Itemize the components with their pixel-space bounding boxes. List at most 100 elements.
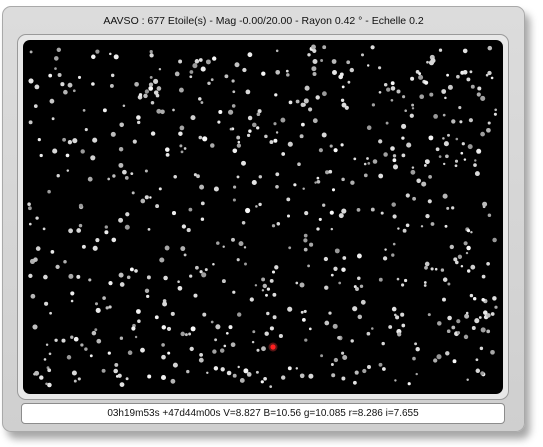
star[interactable] bbox=[394, 379, 397, 382]
star[interactable] bbox=[303, 233, 308, 238]
star[interactable] bbox=[333, 357, 339, 363]
star[interactable] bbox=[48, 352, 52, 356]
star[interactable] bbox=[117, 373, 122, 378]
star[interactable] bbox=[480, 131, 485, 137]
sky-chart[interactable] bbox=[23, 40, 503, 394]
star[interactable] bbox=[357, 276, 361, 281]
star[interactable] bbox=[280, 117, 286, 123]
star[interactable] bbox=[331, 59, 337, 64]
star[interactable] bbox=[269, 140, 274, 145]
star[interactable] bbox=[232, 148, 238, 154]
star[interactable] bbox=[307, 53, 311, 57]
star[interactable] bbox=[84, 347, 88, 351]
star[interactable] bbox=[200, 217, 205, 221]
star[interactable] bbox=[470, 264, 476, 270]
star[interactable] bbox=[207, 81, 211, 86]
star[interactable] bbox=[392, 164, 399, 170]
star[interactable] bbox=[27, 202, 31, 206]
star[interactable] bbox=[170, 311, 175, 316]
star[interactable] bbox=[442, 297, 446, 302]
star[interactable] bbox=[456, 74, 460, 79]
star[interactable] bbox=[474, 318, 480, 324]
star[interactable] bbox=[447, 84, 453, 90]
star[interactable] bbox=[149, 196, 152, 199]
star[interactable] bbox=[312, 59, 318, 64]
star[interactable] bbox=[304, 211, 309, 216]
star[interactable] bbox=[415, 70, 420, 74]
star[interactable] bbox=[366, 331, 371, 336]
star[interactable] bbox=[102, 108, 107, 113]
star[interactable] bbox=[56, 47, 61, 52]
star[interactable] bbox=[309, 242, 314, 247]
star[interactable] bbox=[68, 273, 74, 279]
star[interactable] bbox=[395, 315, 400, 320]
star[interactable] bbox=[424, 261, 430, 267]
star[interactable] bbox=[301, 122, 305, 127]
star[interactable] bbox=[264, 134, 268, 139]
star[interactable] bbox=[428, 175, 432, 179]
star[interactable] bbox=[155, 204, 160, 209]
star[interactable] bbox=[254, 284, 258, 287]
star[interactable] bbox=[237, 140, 241, 144]
star[interactable] bbox=[382, 367, 386, 371]
star[interactable] bbox=[419, 94, 425, 100]
star[interactable] bbox=[481, 274, 486, 279]
star[interactable] bbox=[338, 281, 342, 285]
star[interactable] bbox=[198, 357, 204, 363]
star[interactable] bbox=[111, 237, 117, 243]
star[interactable] bbox=[346, 60, 351, 65]
star[interactable] bbox=[231, 79, 235, 83]
star[interactable] bbox=[416, 178, 421, 184]
star[interactable] bbox=[212, 349, 217, 354]
star[interactable] bbox=[94, 302, 99, 306]
star[interactable] bbox=[269, 385, 273, 388]
star[interactable] bbox=[378, 139, 383, 144]
star[interactable] bbox=[293, 183, 297, 187]
star[interactable] bbox=[238, 241, 244, 247]
star[interactable] bbox=[87, 176, 93, 182]
star[interactable] bbox=[34, 370, 40, 376]
star[interactable] bbox=[275, 131, 279, 134]
star[interactable] bbox=[341, 267, 346, 272]
star[interactable] bbox=[287, 141, 293, 147]
star[interactable] bbox=[232, 373, 237, 378]
star[interactable] bbox=[392, 214, 397, 219]
star[interactable] bbox=[446, 206, 450, 210]
star[interactable] bbox=[159, 257, 165, 263]
star[interactable] bbox=[487, 213, 492, 218]
star[interactable] bbox=[271, 224, 276, 228]
star[interactable] bbox=[39, 375, 44, 380]
star[interactable] bbox=[494, 305, 498, 309]
star[interactable] bbox=[330, 273, 334, 277]
star[interactable] bbox=[81, 244, 86, 249]
star[interactable] bbox=[193, 293, 198, 298]
star[interactable] bbox=[438, 48, 443, 52]
star[interactable] bbox=[405, 223, 410, 228]
star[interactable] bbox=[266, 311, 270, 316]
star[interactable] bbox=[183, 147, 187, 150]
star[interactable] bbox=[311, 66, 317, 72]
star[interactable] bbox=[418, 74, 424, 80]
star[interactable] bbox=[29, 50, 33, 54]
star[interactable] bbox=[482, 201, 488, 207]
star[interactable] bbox=[234, 62, 240, 68]
star[interactable] bbox=[251, 340, 255, 344]
star[interactable] bbox=[262, 283, 267, 289]
star[interactable] bbox=[63, 260, 67, 264]
star[interactable] bbox=[119, 336, 124, 340]
star[interactable] bbox=[28, 222, 32, 226]
star[interactable] bbox=[370, 207, 375, 212]
star[interactable] bbox=[466, 77, 471, 82]
star[interactable] bbox=[493, 112, 497, 116]
star[interactable] bbox=[465, 251, 469, 255]
star[interactable] bbox=[37, 138, 41, 142]
star[interactable] bbox=[101, 368, 106, 373]
star[interactable] bbox=[173, 175, 177, 179]
star[interactable] bbox=[352, 380, 357, 385]
star[interactable] bbox=[302, 318, 306, 322]
star[interactable] bbox=[444, 224, 448, 228]
star[interactable] bbox=[467, 144, 473, 150]
star[interactable] bbox=[258, 202, 262, 207]
star[interactable] bbox=[287, 366, 292, 371]
star[interactable] bbox=[271, 270, 276, 274]
